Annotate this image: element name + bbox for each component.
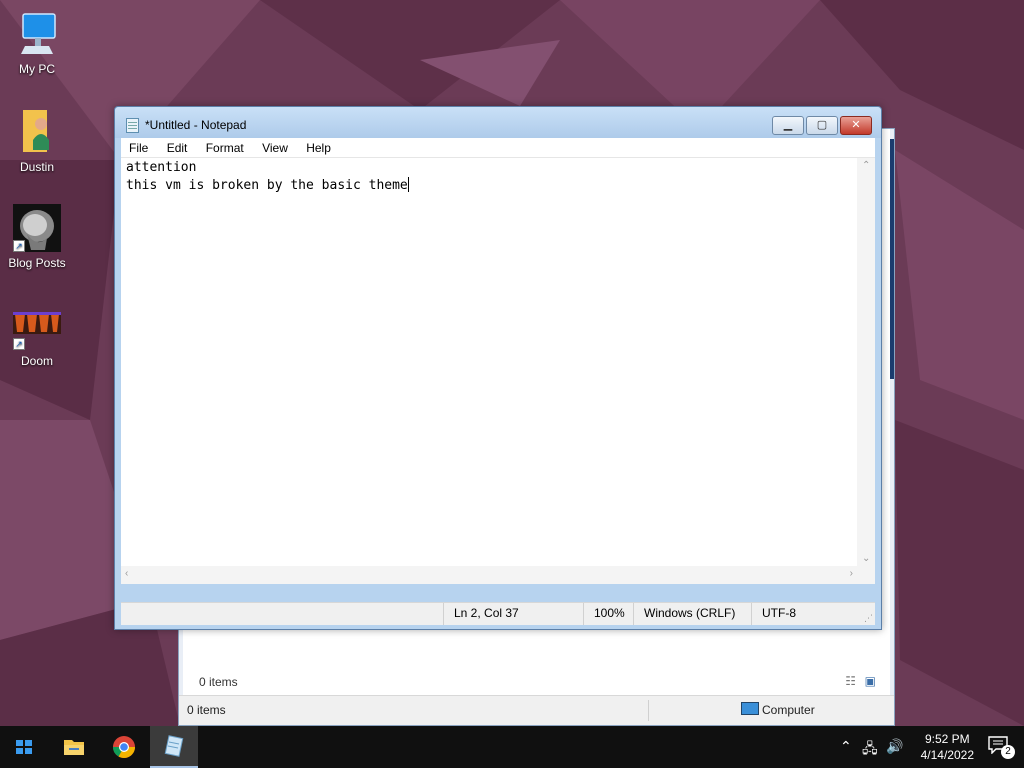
chrome-icon <box>113 736 135 758</box>
text-line: this vm is broken by the basic theme <box>126 178 408 193</box>
status-encoding: UTF-8 <box>751 603 871 625</box>
chevron-up-icon[interactable]: ⌃ <box>840 738 852 755</box>
text-line: attention <box>126 160 197 175</box>
windows-logo-icon <box>16 740 32 754</box>
desktop-icon-label: Doom <box>20 354 53 368</box>
close-icon: ✕ <box>851 119 861 131</box>
taskbar: ⌃ 🖧 🔊 9:52 PM 4/14/2022 2 <box>0 726 1024 768</box>
scroll-right-icon[interactable]: › <box>850 568 853 579</box>
explorer-status-bar: 0 items Computer <box>179 695 894 725</box>
scroll-left-icon[interactable]: ‹ <box>125 568 128 579</box>
minimize-button[interactable]: ▁ <box>772 116 804 135</box>
taskbar-notepad[interactable] <box>150 726 198 768</box>
user-folder-icon <box>13 108 61 156</box>
menu-view[interactable]: View <box>254 138 295 155</box>
desktop-icon-label: Dustin <box>19 160 54 174</box>
desktop-icon-label: Blog Posts <box>8 256 66 270</box>
status-divider <box>648 700 649 721</box>
details-view-icon[interactable]: ☷ <box>845 674 856 688</box>
explorer-status-items: 0 items <box>187 703 226 717</box>
scroll-up-icon[interactable]: ⌃ <box>862 160 870 171</box>
scroll-down-icon[interactable]: ⌄ <box>862 553 870 564</box>
brain-scan-shortcut-icon: ↗ <box>13 204 61 252</box>
doom-shortcut-icon: ↗ <box>13 302 61 350</box>
scrollbar-corner <box>857 566 875 584</box>
shortcut-arrow-icon: ↗ <box>13 338 25 350</box>
clock-date: 4/14/2022 <box>920 748 974 762</box>
large-icons-view-icon[interactable]: ▣ <box>865 674 876 688</box>
minimize-icon: ▁ <box>783 119 793 131</box>
computer-icon <box>13 10 61 58</box>
menu-edit[interactable]: Edit <box>159 138 195 155</box>
computer-icon <box>741 702 759 715</box>
menu-format[interactable]: Format <box>198 138 251 155</box>
status-line-ending: Windows (CRLF) <box>633 603 753 625</box>
menu-help[interactable]: Help <box>298 138 338 155</box>
status-cursor-position: Ln 2, Col 37 <box>443 603 583 625</box>
maximize-button[interactable]: ▢ <box>806 116 838 135</box>
network-icon[interactable]: 🖧 <box>862 738 878 762</box>
taskbar-chrome[interactable] <box>100 726 148 768</box>
notepad-titlebar[interactable]: *Untitled - Notepad ▁ ▢ ✕ <box>115 107 881 138</box>
notification-count-badge: 2 <box>1001 745 1015 759</box>
explorer-inner-status: 0 items ☷ ▣ <box>183 669 890 695</box>
status-zoom: 100% <box>583 603 633 625</box>
notepad-app-icon <box>126 118 139 133</box>
notepad-status-bar: Ln 2, Col 37 100% Windows (CRLF) UTF-8 ⋰ <box>121 602 875 625</box>
explorer-status-location: Computer <box>762 703 815 717</box>
close-button[interactable]: ✕ <box>840 116 872 135</box>
desktop-icon-label: My PC <box>19 62 55 76</box>
editor-text[interactable]: attention this vm is broken by the basic … <box>126 159 851 564</box>
clock-time: 9:52 PM <box>924 732 970 746</box>
text-editor-area[interactable]: attention this vm is broken by the basic … <box>121 158 875 584</box>
resize-grip-icon[interactable]: ⋰ <box>864 613 873 624</box>
folder-icon <box>64 740 84 755</box>
action-center-button[interactable]: 2 <box>988 736 1015 759</box>
window-title: *Untitled - Notepad <box>145 118 247 132</box>
desktop-icon-my-pc[interactable]: My PC <box>0 10 74 76</box>
start-button[interactable] <box>0 726 48 768</box>
notepad-window[interactable]: *Untitled - Notepad ▁ ▢ ✕ File Edit Form… <box>114 106 882 630</box>
desktop-icon-blog-posts[interactable]: ↗ Blog Posts <box>0 204 74 270</box>
desktop-icon-dustin[interactable]: Dustin <box>0 108 74 174</box>
volume-icon[interactable]: 🔊 <box>886 738 903 755</box>
text-caret <box>407 177 409 192</box>
notepad-icon <box>164 735 184 757</box>
maximize-icon: ▢ <box>816 119 828 131</box>
desktop-icon-doom[interactable]: ↗ Doom <box>0 302 74 368</box>
vertical-scrollbar[interactable]: ⌃ ⌄ <box>857 158 875 566</box>
system-clock[interactable]: 9:52 PM 4/14/2022 <box>921 731 974 763</box>
menu-file[interactable]: File <box>121 138 155 155</box>
text-line-with-caret: this vm is broken by the basic theme <box>126 177 851 195</box>
menu-bar: File Edit Format View Help <box>121 138 875 158</box>
horizontal-scrollbar[interactable]: ‹ › <box>121 566 857 584</box>
shortcut-arrow-icon: ↗ <box>13 240 25 252</box>
explorer-item-count: 0 items <box>199 675 238 689</box>
taskbar-file-explorer[interactable] <box>50 726 98 768</box>
